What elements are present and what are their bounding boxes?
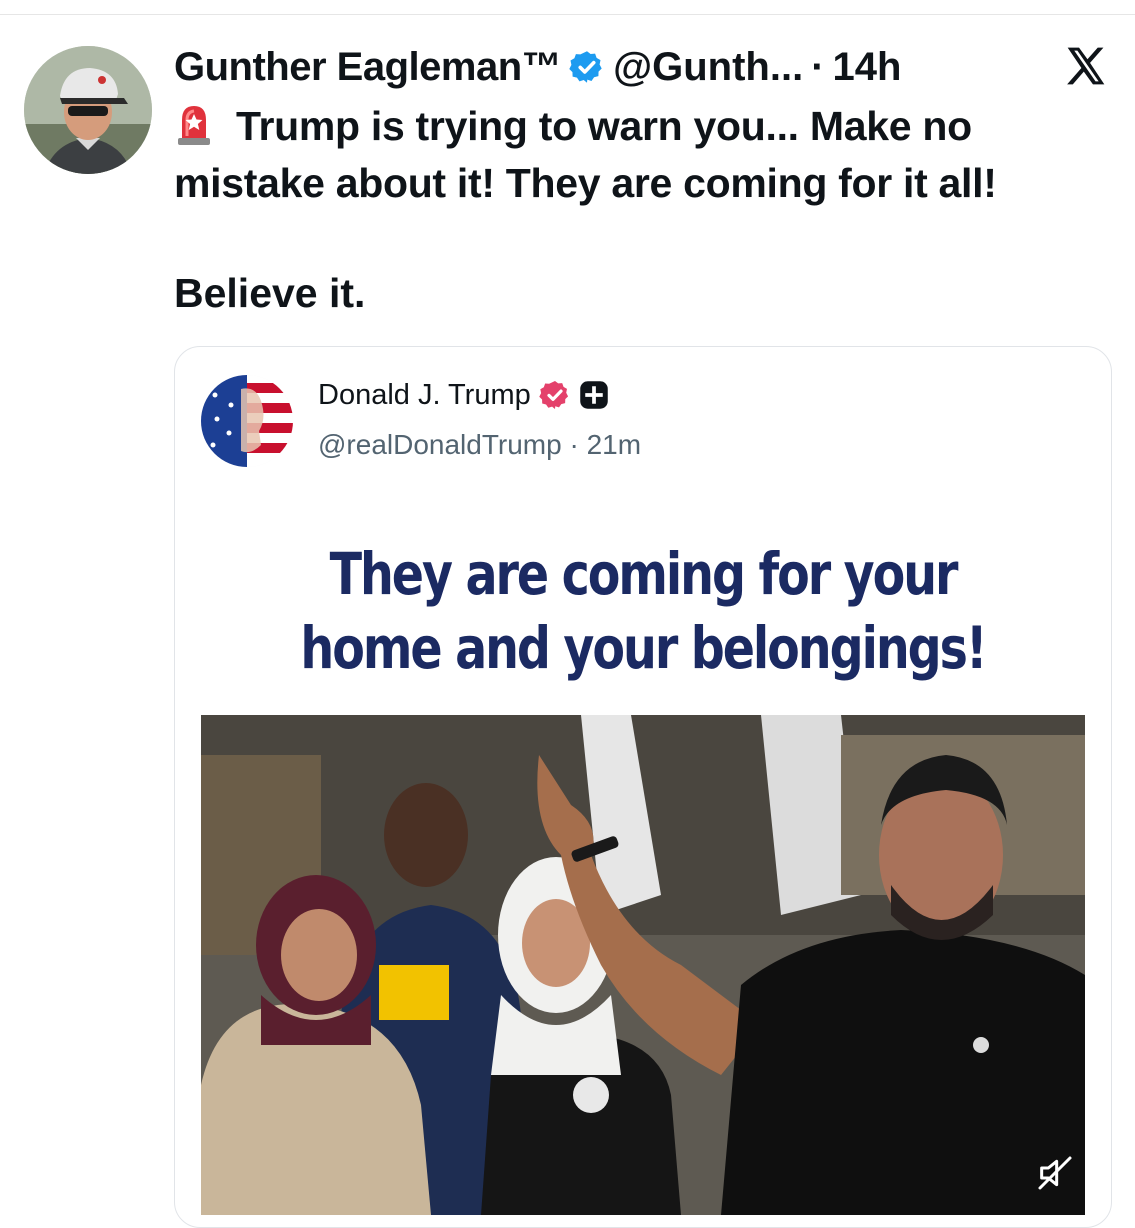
tweet-timestamp[interactable]: 14h [833, 45, 902, 90]
tweet-text: Trump is trying to warn you... Make no m… [174, 98, 1104, 212]
quoted-post-card[interactable]: Donald J. Trump @realDonaldTrump · 21m T… [174, 346, 1112, 1228]
top-divider [0, 14, 1135, 15]
tweet-text-line-3: Believe it. [174, 270, 366, 316]
verified-badge-icon [569, 51, 602, 83]
author-display-name[interactable]: Gunther Eagleman™ [174, 45, 562, 90]
quoted-image-headline: They are coming for your home and your b… [281, 537, 1006, 685]
tweet-header: Gunther Eagleman™ @Gunth... · 14h [174, 40, 901, 94]
quoted-author-avatar[interactable] [201, 375, 293, 467]
quoted-photo[interactable] [201, 715, 1085, 1215]
quoted-header: Donald J. Trump [318, 375, 609, 415]
quoted-meta-separator: · [569, 429, 579, 460]
author-handle[interactable]: @Gunth... [613, 45, 803, 90]
headline-line-1: They are coming for your [329, 540, 959, 608]
rotating-light-icon [178, 106, 210, 145]
quoted-handle[interactable]: @realDonaldTrump [318, 429, 562, 460]
x-logo-icon[interactable] [1064, 44, 1108, 88]
headline-line-2: home and your belongings! [300, 614, 987, 682]
truth-social-plus-icon [580, 381, 608, 409]
quoted-display-name[interactable]: Donald J. Trump [318, 379, 531, 412]
sound-muted-icon[interactable] [1035, 1153, 1075, 1193]
quoted-timestamp[interactable]: 21m [587, 429, 641, 460]
quoted-meta: @realDonaldTrump · 21m [318, 429, 641, 461]
tweet-text-line-2: mistake about it! They are coming for it… [174, 160, 997, 206]
author-avatar[interactable] [24, 46, 152, 174]
meta-separator: · [811, 44, 825, 89]
tweet-text-line-1: Trump is trying to warn you... Make no [236, 103, 972, 149]
verified-badge-icon [539, 381, 568, 409]
